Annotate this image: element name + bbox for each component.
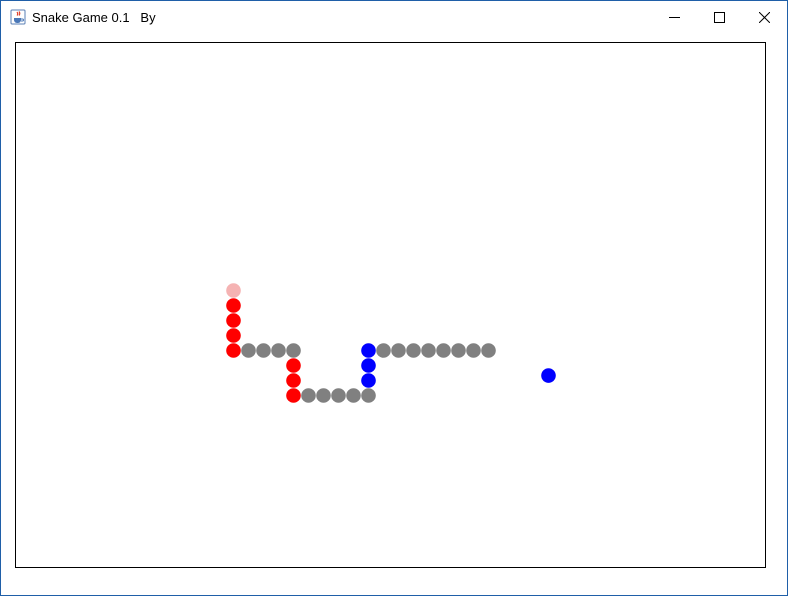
close-icon — [759, 12, 770, 23]
snake-segment — [226, 328, 241, 343]
snake-segment — [316, 388, 331, 403]
app-window: Snake Game 0.1 By — [0, 0, 788, 596]
title-bar[interactable]: Snake Game 0.1 By — [1, 1, 787, 33]
snake-segment — [346, 388, 361, 403]
snake-segment — [286, 373, 301, 388]
snake-segment — [361, 358, 376, 373]
game-board[interactable] — [15, 42, 766, 568]
snake-segment — [226, 313, 241, 328]
snake-segment — [406, 343, 421, 358]
snake-segment — [241, 343, 256, 358]
close-button[interactable] — [741, 1, 787, 33]
snake-segment — [331, 388, 346, 403]
game-canvas — [226, 283, 556, 403]
food-pellet — [541, 368, 556, 383]
snake-segment — [361, 373, 376, 388]
snake-segment — [256, 343, 271, 358]
snake-segment — [421, 343, 436, 358]
snake-segment — [286, 343, 301, 358]
snake-segment — [226, 343, 241, 358]
snake-head — [226, 283, 241, 298]
snake-segment — [286, 358, 301, 373]
maximize-button[interactable] — [696, 1, 742, 33]
snake-segment — [436, 343, 451, 358]
snake-segment — [451, 343, 466, 358]
minimize-button[interactable] — [651, 1, 697, 33]
snake-segment — [226, 298, 241, 313]
window-title: Snake Game 0.1 By — [32, 10, 156, 25]
snake-segment — [286, 388, 301, 403]
snake-segment — [301, 388, 316, 403]
java-cup-icon — [10, 9, 26, 25]
snake-segment — [481, 343, 496, 358]
snake-segment — [361, 388, 376, 403]
snake-segment — [391, 343, 406, 358]
maximize-icon — [714, 12, 725, 23]
snake-segment — [271, 343, 286, 358]
minimize-icon — [669, 17, 680, 18]
snake-segment — [361, 343, 376, 358]
snake-segment — [376, 343, 391, 358]
snake-segment — [466, 343, 481, 358]
